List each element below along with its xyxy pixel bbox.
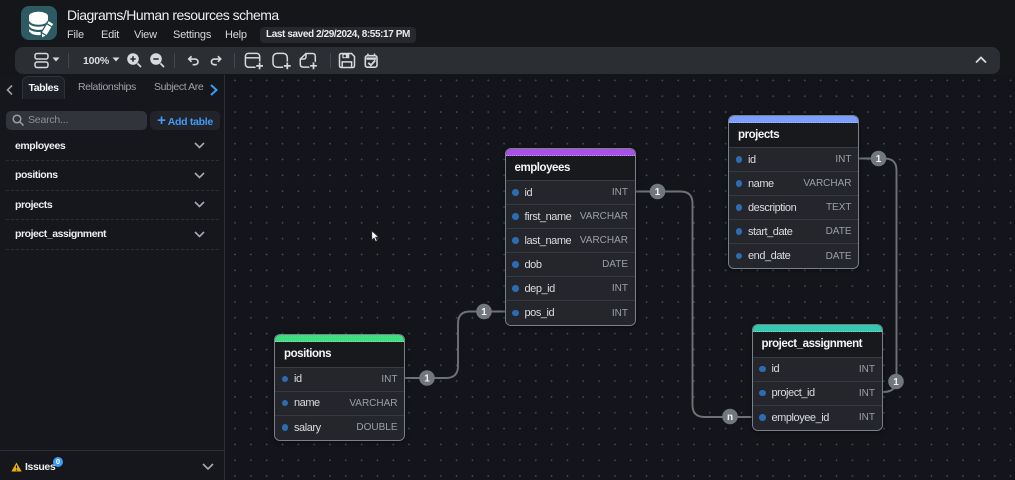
- svg-text:1: 1: [424, 374, 430, 385]
- svg-text:1: 1: [893, 377, 899, 388]
- svg-text:1: 1: [876, 154, 882, 165]
- svg-text:n: n: [727, 412, 733, 423]
- svg-text:1: 1: [481, 307, 487, 318]
- svg-text:1: 1: [655, 187, 661, 198]
